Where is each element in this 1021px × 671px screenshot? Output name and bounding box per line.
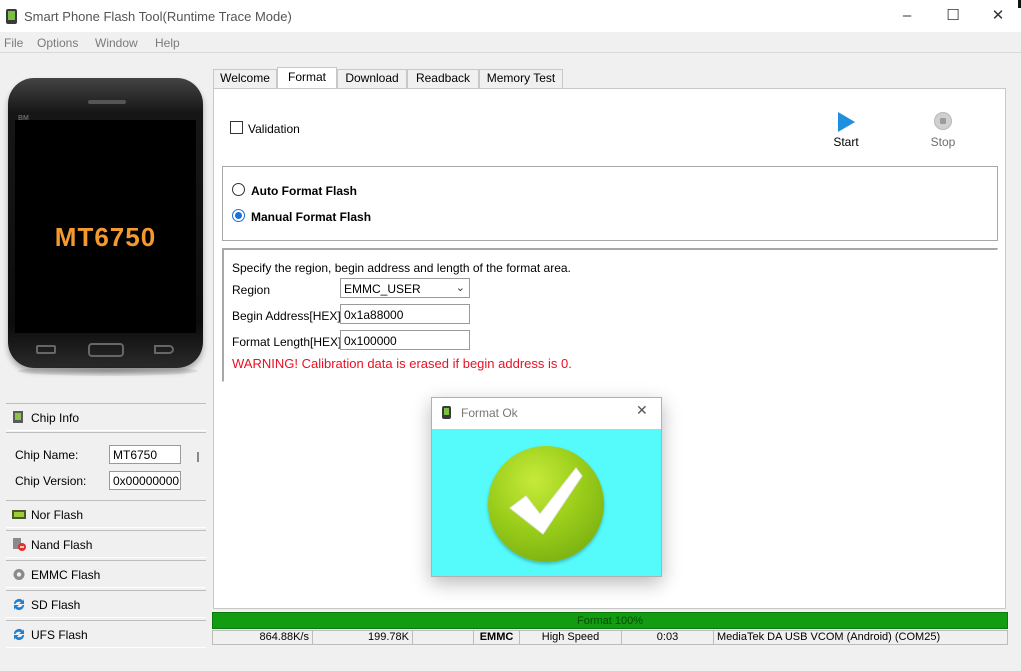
phone-speaker — [88, 100, 126, 104]
sidebar-item-label: UFS Flash — [31, 628, 88, 642]
window-title: Smart Phone Flash Tool(Runtime Trace Mod… — [24, 9, 292, 24]
status-time: 0:03 — [621, 630, 714, 645]
chip-version-label: Chip Version: — [15, 474, 87, 488]
close-button[interactable]: ✕ — [975, 0, 1021, 32]
status-empty — [412, 630, 474, 645]
manual-format-label: Manual Format Flash — [251, 210, 372, 224]
sidebar-item-ufs-flash[interactable]: UFS Flash — [6, 620, 206, 648]
tab-format[interactable]: Format — [277, 67, 337, 89]
status-size: 199.78K — [312, 630, 413, 645]
start-label: Start — [833, 135, 859, 149]
phone-menu-key-icon — [36, 345, 56, 354]
phone-back-key-icon — [154, 345, 174, 354]
dialog-body — [432, 429, 661, 576]
app-icon — [6, 9, 17, 24]
status-speed: 864.88K/s — [212, 630, 313, 645]
maximize-button[interactable]: ☐ — [930, 0, 976, 32]
sidebar-item-nand-flash[interactable]: Nand Flash — [6, 530, 206, 558]
stop-label: Stop — [930, 135, 956, 149]
chip-name-field[interactable]: MT6750 — [109, 445, 181, 464]
phone-body: BM MT6750 — [8, 78, 203, 368]
status-port: MediaTek DA USB VCOM (Android) (COM25) — [713, 630, 1008, 645]
auto-format-radio[interactable] — [232, 183, 245, 196]
status-bar: 864.88K/s 199.78K EMMC High Speed 0:03 M… — [212, 630, 1008, 645]
status-mode: High Speed — [519, 630, 622, 645]
phone-home-key-icon — [88, 343, 124, 357]
begin-address-label: Begin Address[HEX]: — [232, 309, 345, 323]
gear-icon — [13, 569, 25, 580]
format-area-description: Specify the region, begin address and le… — [232, 261, 571, 275]
sidebar-item-emmc-flash[interactable]: EMMC Flash — [6, 560, 206, 588]
nor-flash-icon — [12, 510, 26, 519]
tab-readback[interactable]: Readback — [407, 69, 479, 88]
checkmark-icon — [509, 467, 583, 535]
phone-illustration: BM MT6750 — [4, 76, 209, 376]
dialog-app-icon — [442, 406, 451, 419]
region-select[interactable]: EMMC_USER ⌄ — [340, 278, 470, 298]
tab-memory-test[interactable]: Memory Test — [479, 69, 563, 88]
menu-options[interactable]: Options — [37, 36, 78, 50]
sync-icon — [14, 629, 24, 640]
nand-flash-icon — [13, 538, 26, 551]
dialog-title: Format Ok — [461, 406, 518, 420]
chip-info-scrollbar[interactable] — [197, 452, 199, 462]
chip-info-icon — [13, 411, 23, 423]
sidebar-item-label: Nor Flash — [31, 508, 84, 522]
stop-icon — [934, 112, 952, 130]
manual-format-radio[interactable] — [232, 209, 245, 222]
menu-help[interactable]: Help — [155, 36, 180, 50]
progress-bar: Format 100% — [212, 612, 1008, 629]
sidebar-item-label: SD Flash — [31, 598, 81, 612]
begin-address-field[interactable]: 0x1a88000 — [340, 304, 470, 324]
format-ok-dialog: Format Ok ✕ — [431, 397, 662, 577]
start-button[interactable]: Start — [821, 109, 871, 149]
sync-icon — [14, 599, 24, 610]
stop-button[interactable]: Stop — [918, 109, 968, 149]
chip-info-panel: Chip Name: MT6750 Chip Version: 0x000000… — [6, 432, 206, 500]
auto-format-label: Auto Format Flash — [251, 184, 358, 198]
sidebar-item-label: Nand Flash — [31, 538, 93, 552]
format-mode-group: Auto Format Flash Manual Format Flash — [222, 166, 998, 241]
play-icon — [838, 112, 855, 132]
progress-text: Format 100% — [576, 615, 644, 627]
format-area-box: Specify the region, begin address and le… — [222, 248, 998, 382]
menu-file[interactable]: File — [4, 36, 23, 50]
chevron-down-icon: ⌄ — [455, 282, 465, 294]
validation-checkbox[interactable] — [230, 121, 243, 134]
format-length-label: Format Length[HEX]: — [232, 335, 345, 349]
phone-shadow — [18, 366, 198, 376]
menu-bar: File Options Window Help — [0, 32, 1021, 53]
status-storage: EMMC — [473, 630, 520, 645]
success-badge — [488, 446, 604, 562]
chip-version-field[interactable]: 0x00000000 — [109, 471, 181, 490]
format-length-field[interactable]: 0x100000 — [340, 330, 470, 350]
tab-welcome[interactable]: Welcome — [213, 69, 277, 88]
validation-label: Validation — [248, 122, 300, 136]
title-bar: Smart Phone Flash Tool(Runtime Trace Mod… — [0, 0, 1021, 32]
dialog-close-button[interactable]: ✕ — [636, 402, 648, 419]
region-value: EMMC_USER — [344, 282, 421, 296]
sidebar-item-nor-flash[interactable]: Nor Flash — [6, 500, 206, 528]
chip-name-label: Chip Name: — [15, 448, 79, 462]
phone-chip-label: MT6750 — [54, 222, 157, 252]
tab-download[interactable]: Download — [337, 69, 407, 88]
menu-window[interactable]: Window — [95, 36, 138, 50]
sidebar-item-sd-flash[interactable]: SD Flash — [6, 590, 206, 618]
chip-info-label: Chip Info — [31, 411, 80, 425]
region-label: Region — [232, 283, 271, 297]
chip-info-header[interactable]: Chip Info — [6, 403, 206, 431]
phone-brand: BM — [18, 115, 29, 122]
minimize-button[interactable]: – — [884, 0, 930, 32]
sidebar-item-label: EMMC Flash — [31, 568, 101, 582]
calibration-warning: WARNING! Calibration data is erased if b… — [232, 356, 572, 371]
